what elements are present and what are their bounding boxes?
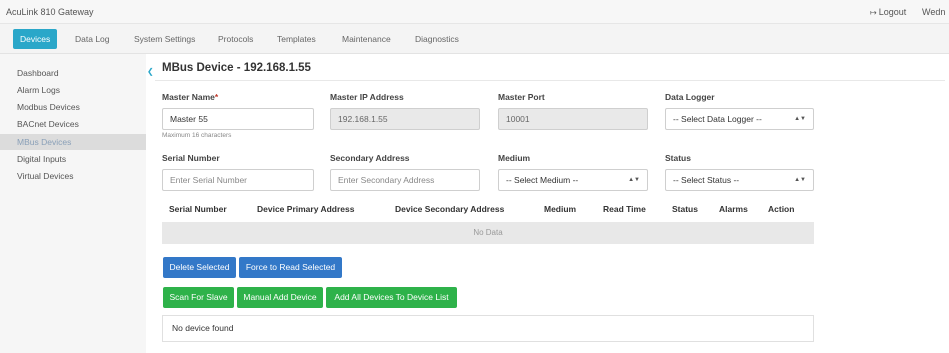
data-logger-label: Data Logger — [665, 92, 715, 102]
tab-maintenance[interactable]: Maintenance — [335, 29, 398, 49]
master-port-label: Master Port — [498, 92, 545, 102]
required-mark: * — [214, 92, 219, 102]
medium-label: Medium — [498, 153, 531, 163]
user-label[interactable]: Wedn — [922, 7, 945, 17]
secondary-address-input[interactable]: Enter Secondary Address — [330, 169, 480, 191]
tab-data-log[interactable]: Data Log — [68, 29, 117, 49]
column-header-medium[interactable]: Medium — [544, 204, 576, 214]
sidebar-item-modbus-devices[interactable]: Modbus Devices — [0, 99, 146, 115]
logout-link[interactable]: ↦ Logout — [870, 7, 906, 17]
sidebar-item-mbus-devices[interactable]: MBus Devices — [0, 134, 146, 150]
logout-icon: ↦ — [870, 8, 877, 17]
master-name-label: Master Name* — [162, 92, 219, 102]
status-select[interactable]: -- Select Status -- ▲▼ — [665, 169, 814, 191]
serial-number-input[interactable]: Enter Serial Number — [162, 169, 314, 191]
table-empty-row: No Data — [162, 222, 814, 244]
sidebar-item-digital-inputs[interactable]: Digital Inputs — [0, 151, 146, 167]
tab-templates[interactable]: Templates — [270, 29, 323, 49]
top-bar: AcuLink 810 Gateway ↦ Logout Wedn — [0, 0, 949, 24]
data-logger-select[interactable]: -- Select Data Logger -- ▲▼ — [665, 108, 814, 130]
tab-devices[interactable]: Devices — [13, 29, 58, 49]
tab-diagnostics[interactable]: Diagnostics — [408, 29, 466, 49]
status-label: Status — [665, 153, 691, 163]
delete-selected-button[interactable]: Delete Selected — [163, 257, 236, 278]
column-header-serial-number[interactable]: Serial Number — [169, 204, 227, 214]
sidebar-item-virtual-devices[interactable]: Virtual Devices — [0, 168, 146, 184]
add-all-devices-button[interactable]: Add All Devices To Device List — [326, 287, 457, 308]
sidebar-item-dashboard[interactable]: Dashboard — [0, 65, 146, 81]
main-nav-tabs: Devices Data Log System Settings Protoco… — [0, 24, 949, 54]
tab-protocols[interactable]: Protocols — [211, 29, 260, 49]
secondary-address-label: Secondary Address — [330, 153, 410, 163]
master-ip-label: Master IP Address — [330, 92, 404, 102]
force-read-selected-button[interactable]: Force to Read Selected — [239, 257, 342, 278]
scan-for-slave-button[interactable]: Scan For Slave — [163, 287, 234, 308]
sidebar: Dashboard Alarm Logs Modbus Devices BACn… — [0, 54, 146, 353]
status-selected: -- Select Status -- — [673, 175, 740, 185]
app-title: AcuLink 810 Gateway — [6, 7, 94, 17]
column-header-read-time[interactable]: Read Time — [603, 204, 646, 214]
scan-result-panel: No device found — [162, 315, 814, 342]
logout-label: Logout — [878, 7, 907, 17]
data-logger-selected: -- Select Data Logger -- — [673, 114, 762, 124]
column-header-primary-address[interactable]: Device Primary Address — [257, 204, 355, 214]
tab-system-settings[interactable]: System Settings — [127, 29, 202, 49]
select-caret-icon: ▲▼ — [628, 177, 640, 183]
sidebar-item-bacnet-devices[interactable]: BACnet Devices — [0, 116, 146, 132]
medium-select[interactable]: -- Select Medium -- ▲▼ — [498, 169, 648, 191]
medium-selected: -- Select Medium -- — [506, 175, 579, 185]
page-title: MBus Device - 192.168.1.55 — [162, 62, 311, 74]
sidebar-item-alarm-logs[interactable]: Alarm Logs — [0, 82, 146, 98]
title-divider — [155, 80, 945, 81]
master-ip-field: 192.168.1.55 — [330, 108, 480, 130]
column-header-alarms[interactable]: Alarms — [719, 204, 748, 214]
collapse-sidebar-icon[interactable]: ❮ — [147, 67, 154, 76]
column-header-status[interactable]: Status — [672, 204, 698, 214]
serial-number-label: Serial Number — [162, 153, 220, 163]
master-name-hint: Maximum 16 characters — [162, 132, 232, 139]
master-name-input[interactable]: Master 55 — [162, 108, 314, 130]
column-header-secondary-address[interactable]: Device Secondary Address — [395, 204, 504, 214]
master-port-field: 10001 — [498, 108, 648, 130]
column-header-action[interactable]: Action — [768, 204, 794, 214]
select-caret-icon: ▲▼ — [794, 116, 806, 122]
select-caret-icon: ▲▼ — [794, 177, 806, 183]
manual-add-device-button[interactable]: Manual Add Device — [237, 287, 323, 308]
